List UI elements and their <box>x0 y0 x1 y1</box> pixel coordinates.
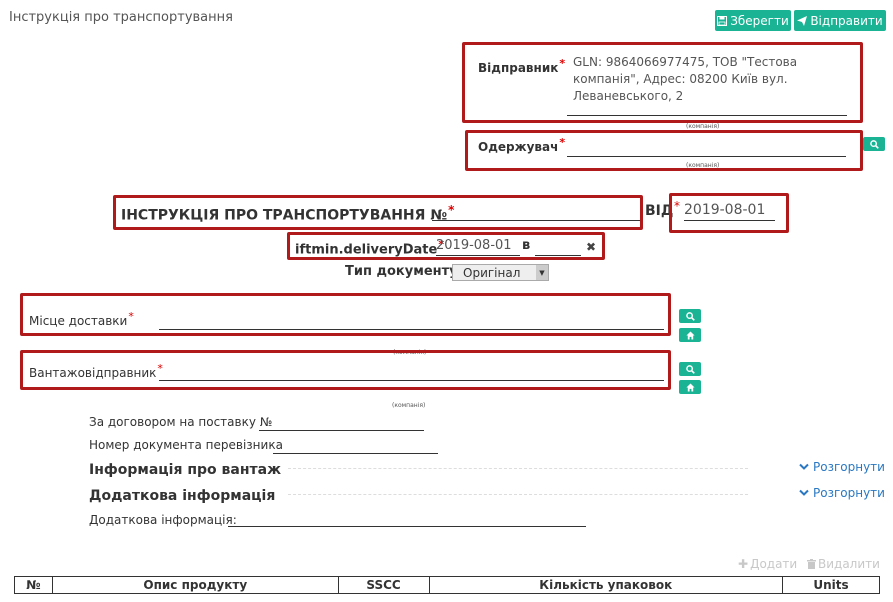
plus-icon: ✚ <box>738 557 749 571</box>
cargo-info-title: Інформація про вантаж <box>89 462 282 478</box>
delivery-place-input[interactable] <box>159 312 664 330</box>
delivery-place-search-button[interactable] <box>679 309 701 323</box>
receiver-input[interactable] <box>567 141 846 157</box>
extra-info-divider <box>288 494 748 495</box>
products-table: № Опис продукту SSCC Кількість упаковок … <box>14 576 880 594</box>
doc-date-input[interactable]: 2019-08-01 <box>684 202 775 221</box>
search-icon <box>869 139 879 149</box>
chevron-down-icon <box>799 463 809 470</box>
page-title: Інструкція про транспортування <box>9 10 233 25</box>
cargo-info-expand[interactable]: Розгорнути <box>799 460 885 474</box>
receiver-caption: (компанія) <box>686 162 720 169</box>
doc-type-select[interactable]: Оригінал ▼ <box>452 264 549 281</box>
doc-heading-label: ІНСТРУКЦІЯ ПРО ТРАНСПОРТУВАННЯ №* <box>121 203 455 224</box>
add-row-button[interactable]: ✚ Додати <box>738 557 797 571</box>
column-header-sscc[interactable]: SSCC <box>337 576 430 594</box>
doc-number-input[interactable] <box>432 203 640 221</box>
doc-type-selected: Оригінал <box>463 265 521 280</box>
delivery-date-input[interactable]: 2019-08-01 <box>436 238 520 256</box>
shipper-input[interactable] <box>159 363 664 381</box>
home-icon <box>685 382 695 392</box>
sender-underline <box>567 115 847 116</box>
search-icon <box>685 311 695 321</box>
save-button-label: Зберегти <box>730 13 789 28</box>
extra-info-expand[interactable]: Розгорнути <box>799 486 885 500</box>
chevron-down-icon: ▼ <box>536 265 548 280</box>
carrier-doc-label: Номер документа перевізника <box>89 438 283 452</box>
delivery-place-label: Місце доставки* <box>29 310 134 328</box>
column-header-package-count[interactable]: Кількість упаковок <box>428 576 784 594</box>
delete-row-label: Видалити <box>818 557 880 571</box>
table-header-row: № Опис продукту SSCC Кількість упаковок … <box>14 576 880 594</box>
save-button[interactable]: Зберегти <box>715 10 791 31</box>
home-icon <box>685 330 695 340</box>
save-icon <box>717 15 728 26</box>
paper-plane-icon <box>797 15 808 26</box>
carrier-doc-input[interactable] <box>273 438 438 454</box>
search-icon <box>685 364 695 374</box>
cargo-info-divider <box>288 468 748 469</box>
receiver-label: Одержувач* <box>478 136 566 154</box>
column-header-description[interactable]: Опис продукту <box>51 576 339 594</box>
send-button[interactable]: Відправити <box>794 10 886 31</box>
extra-info-title: Додаткова інформація <box>89 488 276 504</box>
receiver-search-button[interactable] <box>863 137 885 151</box>
shipper-caption: (компанія) <box>392 402 426 409</box>
delivery-date-label: iftmin.deliveryDate* <box>295 238 445 258</box>
delivery-time-input[interactable] <box>535 238 581 256</box>
delivery-in-label: в <box>522 238 531 253</box>
sender-caption: (компанія) <box>686 123 720 130</box>
trash-icon <box>807 559 816 569</box>
sender-label: Відправник* <box>478 57 566 75</box>
extra-info-expand-label: Розгорнути <box>813 486 885 500</box>
column-header-units[interactable]: Units <box>782 576 880 594</box>
shipper-search-button[interactable] <box>679 362 701 376</box>
chevron-down-icon <box>799 489 809 496</box>
shipper-label: Вантажовідправник* <box>29 362 163 380</box>
delivery-place-home-button[interactable] <box>679 328 701 342</box>
delete-row-button[interactable]: Видалити <box>807 557 880 571</box>
extra-info-input[interactable] <box>228 511 586 527</box>
doc-date-required: * <box>674 199 680 213</box>
contract-input[interactable] <box>259 415 424 431</box>
sender-value[interactable]: GLN: 9864066977475, ТОВ "Тестова компані… <box>573 54 818 105</box>
doc-type-label: Тип документу <box>345 264 458 279</box>
shipper-home-button[interactable] <box>679 380 701 394</box>
contract-label: За договором на поставку № <box>89 415 273 429</box>
column-header-number[interactable]: № <box>14 576 53 594</box>
close-icon[interactable]: ✖ <box>586 240 596 254</box>
extra-info-field-label: Додаткова інформація: <box>89 513 237 527</box>
add-row-label: Додати <box>750 557 798 571</box>
send-button-label: Відправити <box>810 13 883 28</box>
cargo-info-expand-label: Розгорнути <box>813 460 885 474</box>
